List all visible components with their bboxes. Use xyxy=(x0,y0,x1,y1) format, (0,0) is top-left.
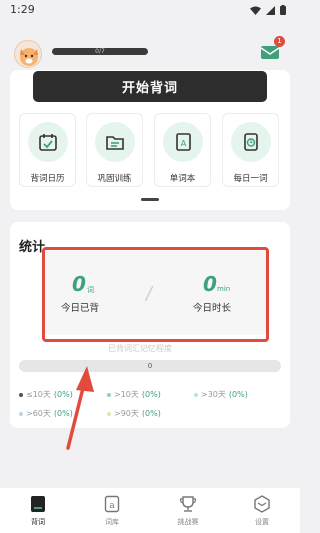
trophy-icon xyxy=(179,496,197,512)
bottom-nav: 背词 a 词库 挑战赛 设置 xyxy=(0,488,300,533)
fox-avatar-icon xyxy=(20,48,38,66)
clock-card-icon xyxy=(244,133,258,151)
book-a-icon: A xyxy=(176,133,191,151)
memory-hint: 已背词汇记忆程度 xyxy=(108,344,172,353)
legend-dot xyxy=(19,392,23,397)
daily-progress-bar: 0/7 xyxy=(52,48,148,55)
feature-daily-word[interactable]: 每日一词 xyxy=(222,113,279,187)
book-icon xyxy=(31,496,45,512)
legend-item: ≤10天 (0%) xyxy=(19,389,73,400)
letter-a-icon: a xyxy=(104,495,120,513)
legend-dot xyxy=(19,411,23,416)
page-indicator xyxy=(141,198,159,201)
status-time: 1:29 xyxy=(10,3,35,16)
legend-dot xyxy=(107,411,111,416)
legend-item: >10天 (0%) xyxy=(107,389,161,400)
daily-progress-label: 0/7 xyxy=(95,48,105,55)
svg-text:A: A xyxy=(181,139,187,148)
signal-icon xyxy=(266,5,275,15)
nav-wordbank[interactable]: a 词库 xyxy=(82,494,142,527)
settings-hexagon-icon xyxy=(254,495,270,513)
start-learning-button[interactable]: 开始背词 xyxy=(33,71,267,102)
feature-label: 每日一词 xyxy=(233,174,268,184)
memory-progress-label: 0 xyxy=(147,362,153,370)
battery-icon xyxy=(280,5,286,15)
svg-text:a: a xyxy=(109,501,115,511)
feature-calendar[interactable]: 背词日历 xyxy=(19,113,76,187)
feature-label: 巩固训练 xyxy=(97,174,132,184)
legend-item: >90天 (0%) xyxy=(107,408,161,419)
feature-label: 单词本 xyxy=(169,174,196,184)
memory-progress-bar: 0 xyxy=(19,360,281,372)
wifi-icon xyxy=(250,6,261,15)
nav-challenge[interactable]: 挑战赛 xyxy=(158,494,218,527)
legend-item: >30天 (0%) xyxy=(194,389,248,400)
mail-badge: 1 xyxy=(274,36,285,47)
annotation-highlight-box xyxy=(42,247,269,342)
legend-dot xyxy=(107,392,111,397)
calendar-check-icon xyxy=(39,134,57,151)
nav-settings[interactable]: 设置 xyxy=(232,494,292,527)
feature-review[interactable]: 巩固训练 xyxy=(86,113,143,187)
folder-icon xyxy=(106,136,124,150)
legend-dot xyxy=(194,392,198,397)
feature-wordbook[interactable]: A 单词本 xyxy=(154,113,211,187)
legend-item: >60天 (0%) xyxy=(19,408,73,419)
status-bar: 1:29 xyxy=(0,0,300,22)
avatar[interactable] xyxy=(14,40,42,68)
status-icons xyxy=(250,5,286,15)
feature-label: 背词日历 xyxy=(30,174,65,184)
nav-learn[interactable]: 背词 xyxy=(8,494,68,527)
